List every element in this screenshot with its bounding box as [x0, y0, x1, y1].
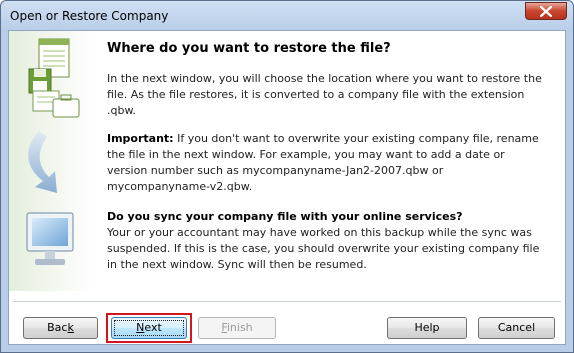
- back-mnemonic: k: [67, 321, 74, 334]
- divider: [13, 301, 561, 303]
- sync-question: Do you sync your company file with your …: [107, 210, 463, 223]
- sync-text: Your or your accountant may have worked …: [107, 226, 540, 271]
- dialog-window: Open or Restore Company Where do you wan…: [0, 0, 574, 353]
- cancel-button[interactable]: Cancel: [478, 317, 555, 339]
- title-bar[interactable]: Open or Restore Company: [1, 1, 573, 31]
- back-button[interactable]: Back: [23, 317, 98, 339]
- help-button[interactable]: Help: [387, 317, 467, 339]
- description-paragraph: In the next window, you will choose the …: [107, 72, 542, 117]
- finish-label: inish: [226, 321, 253, 334]
- restore-illustration-icon: [9, 31, 93, 291]
- dialog-body: Where do you want to restore the file? I…: [8, 30, 566, 345]
- page-title: Where do you want to restore the file?: [107, 41, 391, 56]
- close-button[interactable]: [525, 2, 567, 20]
- important-label: Important:: [107, 132, 174, 145]
- back-label: Bac: [47, 321, 68, 334]
- next-highlight-box: [106, 313, 192, 343]
- sync-paragraph: Do you sync your company file with your …: [107, 209, 547, 273]
- window-title: Open or Restore Company: [10, 9, 169, 23]
- important-paragraph: Important: If you don't want to overwrit…: [107, 131, 547, 195]
- finish-button[interactable]: Finish: [198, 317, 276, 339]
- close-icon: [540, 6, 552, 17]
